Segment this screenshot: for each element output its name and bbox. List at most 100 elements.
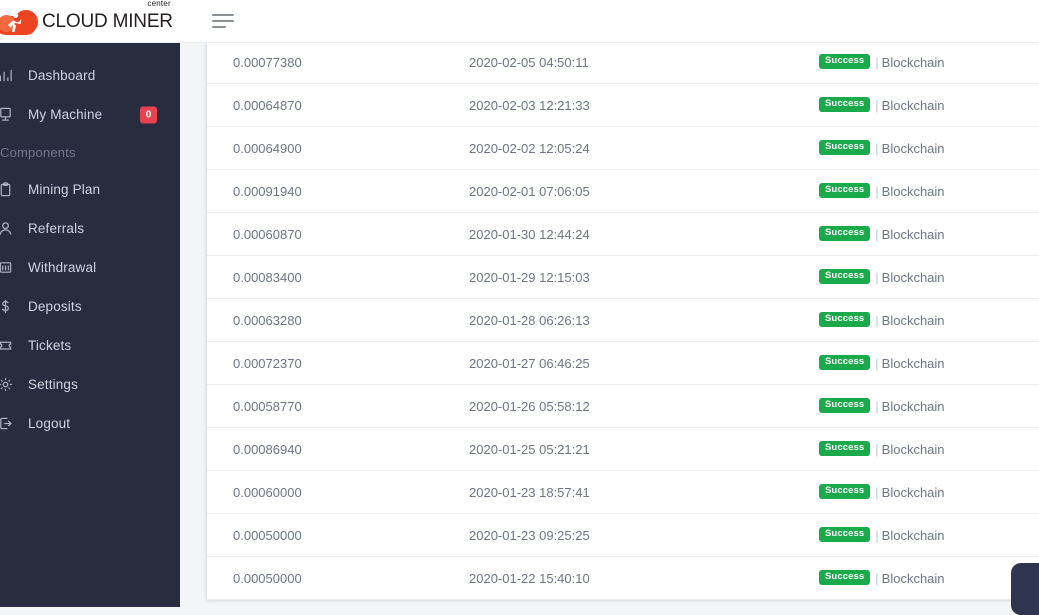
brand-name-label: CLOUD MINER: [42, 11, 173, 32]
cell-date: 2020-01-28 06:26:13: [469, 299, 799, 342]
table-row: 0.000773802020-02-05 04:50:11Success|Blo…: [207, 43, 1039, 84]
logout-icon: [0, 416, 24, 431]
blockchain-link[interactable]: Blockchain: [882, 55, 945, 70]
cell-status: Success | Blockchain: [799, 84, 1039, 127]
hamburger-line-1: [212, 14, 234, 16]
server-icon: [0, 107, 24, 122]
status-badge: Success: [819, 355, 870, 370]
status-badge: Success: [819, 527, 870, 542]
cell-status: Success | Blockchain: [799, 43, 1039, 84]
sidebar-item-dashboard[interactable]: Dashboard: [0, 56, 180, 95]
status-separator: |: [875, 313, 878, 328]
table-row: 0.000500002020-01-23 09:25:25Success|Blo…: [207, 514, 1039, 557]
cell-status: Success|Blockchain: [799, 256, 1039, 299]
cell-amount: 0.00077380: [207, 43, 469, 84]
blockchain-link[interactable]: Blockchain: [882, 485, 945, 500]
status-separator: |: [875, 141, 878, 156]
dollar-icon: [0, 299, 24, 314]
top-bar: center CLOUD MINER: [0, 0, 1039, 43]
sidebar-item-logout[interactable]: Logout: [0, 404, 180, 443]
status-separator: |: [875, 184, 878, 199]
cell-amount: 0.00064900: [207, 127, 469, 170]
chat-support-widget-button[interactable]: [1011, 563, 1039, 615]
user-icon: [0, 221, 24, 236]
sidebar-section-header: Components: [0, 134, 180, 170]
brand-center-label: center: [147, 0, 170, 8]
status-separator: |: [875, 227, 878, 242]
blockchain-link[interactable]: Blockchain: [882, 98, 945, 113]
blockchain-link[interactable]: Blockchain: [882, 528, 945, 543]
table-row: 0.000600002020-01-23 18:57:41Success|Blo…: [207, 471, 1039, 514]
status-separator: |: [875, 356, 878, 371]
blockchain-link[interactable]: Blockchain: [882, 184, 945, 199]
blockchain-link[interactable]: Blockchain: [882, 141, 945, 156]
hamburger-menu-icon[interactable]: [207, 5, 239, 37]
cloud-miner-logo-icon: [0, 7, 40, 37]
status-badge: Success: [819, 97, 870, 112]
hamburger-line-2: [212, 20, 234, 22]
cell-date: 2020-01-27 06:46:25: [469, 342, 799, 385]
gear-icon: [0, 377, 24, 392]
sidebar-item-label: Dashboard: [28, 68, 95, 83]
blockchain-link[interactable]: Blockchain: [882, 571, 945, 586]
blockchain-link[interactable]: Blockchain: [882, 227, 945, 242]
status-separator: |: [875, 98, 878, 113]
sidebar-item-mining-plan[interactable]: Mining Plan: [0, 170, 180, 209]
sidebar-item-my-machine[interactable]: My Machine0: [0, 95, 180, 134]
blockchain-link[interactable]: Blockchain: [882, 313, 945, 328]
table-row: 0.000587702020-01-26 05:58:12Success|Blo…: [207, 385, 1039, 428]
status-badge: Success: [819, 54, 870, 69]
hamburger-line-3: [212, 26, 226, 28]
sidebar-item-label: Settings: [28, 377, 78, 392]
sidebar-item-label: Tickets: [28, 338, 71, 353]
blockchain-link[interactable]: Blockchain: [882, 442, 945, 457]
status-separator: |: [875, 571, 878, 586]
sidebar-item-deposits[interactable]: Deposits: [0, 287, 180, 326]
cell-date: 2020-01-29 12:15:03: [469, 256, 799, 299]
cell-amount: 0.00050000: [207, 514, 469, 557]
blockchain-link[interactable]: Blockchain: [882, 356, 945, 371]
status-separator: |: [875, 528, 878, 543]
cell-amount: 0.00083400: [207, 256, 469, 299]
cell-status: Success|Blockchain: [799, 385, 1039, 428]
status-separator: |: [875, 399, 878, 414]
bar-chart-icon: [0, 68, 24, 83]
table-row: 0.000919402020-02-01 07:06:05Success|Blo…: [207, 170, 1039, 213]
table-row: 0.000834002020-01-29 12:15:03Success|Blo…: [207, 256, 1039, 299]
table-row: 0.000608702020-01-30 12:44:24Success|Blo…: [207, 213, 1039, 256]
sidebar-item-tickets[interactable]: Tickets: [0, 326, 180, 365]
cell-date: 2020-01-26 05:58:12: [469, 385, 799, 428]
status-badge: Success: [819, 570, 870, 585]
status-separator: |: [875, 270, 878, 285]
cell-status: Success | Blockchain: [799, 213, 1039, 256]
cell-date: 2020-01-23 18:57:41: [469, 471, 799, 514]
cell-status: Success | Blockchain: [799, 170, 1039, 213]
sidebar-item-withdrawal[interactable]: Withdrawal: [0, 248, 180, 287]
cell-date: 2020-01-22 15:40:10: [469, 557, 799, 600]
transactions-table: 0.000773802020-02-05 04:50:11Success|Blo…: [207, 43, 1039, 600]
cell-amount: 0.00063280: [207, 299, 469, 342]
blockchain-link[interactable]: Blockchain: [882, 270, 945, 285]
brand-logo[interactable]: center CLOUD MINER: [0, 0, 200, 43]
status-badge: Success: [819, 183, 870, 198]
cell-amount: 0.00072370: [207, 342, 469, 385]
ticket-icon: [0, 338, 24, 353]
status-badge: Success: [819, 226, 870, 241]
cell-status: Success|Blockchain: [799, 428, 1039, 471]
sidebar-item-settings[interactable]: Settings: [0, 365, 180, 404]
status-separator: |: [875, 55, 878, 70]
cell-amount: 0.00091940: [207, 170, 469, 213]
table-row: 0.000649002020-02-02 12:05:24Success|Blo…: [207, 127, 1039, 170]
blockchain-link[interactable]: Blockchain: [882, 399, 945, 414]
sidebar-item-label: Withdrawal: [28, 260, 96, 275]
sidebar-item-label: Logout: [28, 416, 70, 431]
cell-amount: 0.00064870: [207, 84, 469, 127]
table-row: 0.000723702020-01-27 06:46:25 Success | Blo…: [207, 342, 1039, 385]
sidebar-item-label: Mining Plan: [28, 182, 100, 197]
sidebar-item-badge: 0: [140, 106, 157, 123]
sidebar-item-label: Referrals: [28, 221, 84, 236]
sidebar-item-referrals[interactable]: Referrals: [0, 209, 180, 248]
cell-amount: 0.00086940: [207, 428, 469, 471]
table-row: 0.000648702020-02-03 12:21:33Success|Blo…: [207, 84, 1039, 127]
status-separator: |: [875, 442, 878, 457]
